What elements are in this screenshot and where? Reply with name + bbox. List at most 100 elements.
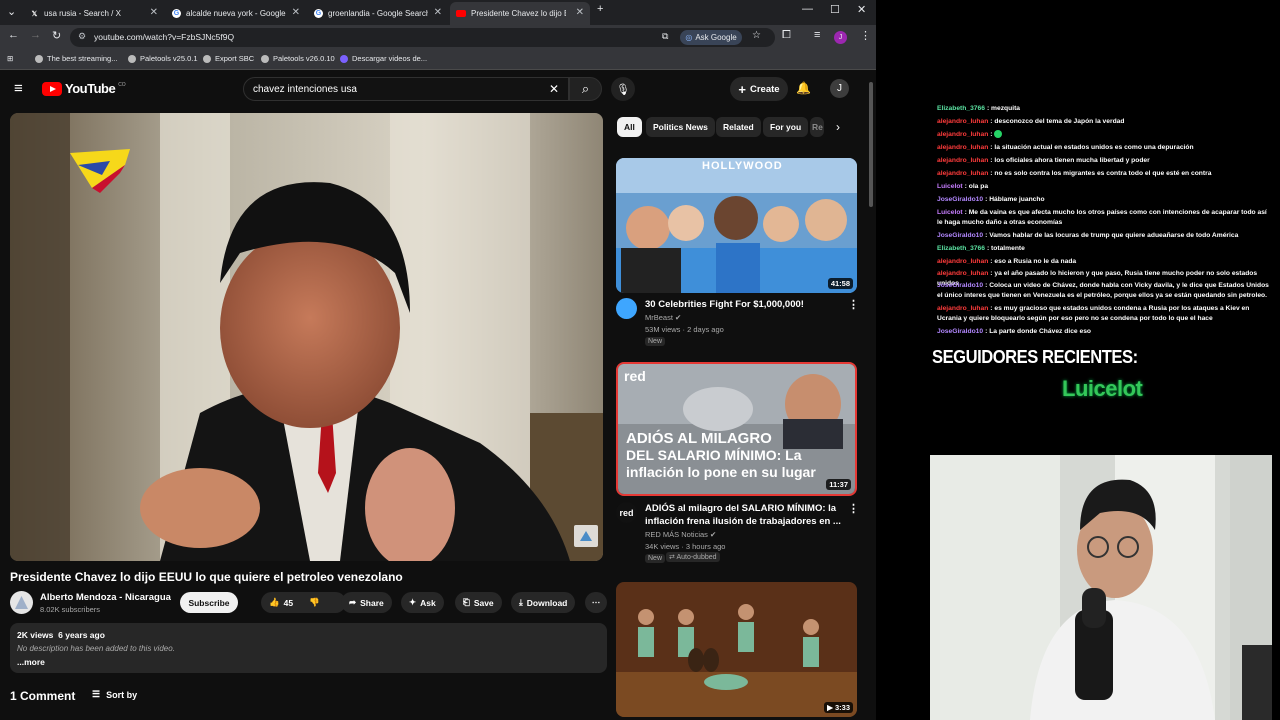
close-icon[interactable]: ✕ <box>292 7 300 18</box>
media-control-icon[interactable]: ≡ <box>814 29 820 41</box>
description-box[interactable]: 2K views 6 years ago No description has … <box>10 623 607 673</box>
like-icon[interactable]: 👍 <box>269 597 280 608</box>
channel-avatar[interactable] <box>10 591 33 614</box>
stream-overlay: Elizabeth_3766: mezquita alejandro_luhan:… <box>876 0 1280 720</box>
comments-count: 1 Comment <box>10 689 76 703</box>
channel-avatar[interactable] <box>616 298 637 319</box>
dislike-icon[interactable]: 👎 <box>309 597 320 608</box>
more-vertical-icon[interactable]: ⋮ <box>848 298 859 311</box>
sort-by-button[interactable]: ☰ Sort by <box>92 689 137 700</box>
rec-title[interactable]: 30 Celebrities Fight For $1,000,000! <box>645 298 845 311</box>
rec-channel[interactable]: MrBeast ✔ <box>645 313 681 322</box>
chat-text: no es solo contra los migrantes es contr… <box>994 170 1212 177</box>
tab-x-search[interactable]: 𝕏 usa rusia - Search / X ✕ <box>24 2 164 25</box>
bookmark-item[interactable]: Descargar videos de... <box>340 54 427 63</box>
red-logo: red <box>624 368 646 384</box>
tab-alcalde[interactable]: G alcalde nueva york - Google Search ✕ <box>166 2 306 25</box>
apps-grid-icon[interactable]: ⊞ <box>7 54 13 63</box>
notifications-bell-icon[interactable]: 🔔 <box>796 81 811 95</box>
video-player[interactable] <box>10 113 603 561</box>
ask-google-button[interactable]: ◎ Ask Google <box>680 30 742 45</box>
download-label: Download <box>526 597 568 608</box>
country-code: CO <box>118 81 126 88</box>
chat-message: alejandro_luhan: eso a Rusia no le da na… <box>937 257 1272 267</box>
search-value[interactable]: chavez intenciones usa <box>253 84 357 95</box>
new-tab-icon[interactable]: + <box>597 3 603 15</box>
tab-search-icon[interactable]: ⌄ <box>7 5 16 18</box>
bookmark-star-icon[interactable]: ☆ <box>752 30 761 41</box>
ask-button[interactable]: ✦ Ask <box>401 592 444 613</box>
rec-thumbnail-3[interactable]: ▶ 3:33 <box>616 582 857 717</box>
thumbnail-headline: ADIÓS AL MILAGRO DEL SALARIO MÍNIMO: La … <box>626 430 851 481</box>
extensions-icon[interactable]: ⧠ <box>782 29 791 42</box>
search-button[interactable]: ⌕ <box>569 77 602 101</box>
address-bar[interactable]: ⚙ youtube.com/watch?v=FzbSJNc5f9Q ⧉ ◎ As… <box>70 28 775 47</box>
bookmark-favicon-icon <box>203 54 211 63</box>
show-more-link[interactable]: ...more <box>17 657 600 667</box>
rec-channel-name: RED MÁS Noticias <box>645 530 708 539</box>
chip-related[interactable]: Related <box>716 117 761 137</box>
channel-avatar[interactable]: red <box>616 502 637 523</box>
window-close-icon[interactable]: ✕ <box>857 3 866 16</box>
account-avatar[interactable]: J <box>830 79 849 98</box>
cast-icon[interactable]: ⧉ <box>662 31 668 42</box>
save-button[interactable]: ⎗ Save <box>455 592 502 613</box>
chat-username: alejandro_luhan <box>937 270 989 277</box>
tab-groenlandia[interactable]: G groenlandia - Google Search ✕ <box>308 2 448 25</box>
youtube-logo[interactable]: YouTube CO <box>42 81 126 96</box>
chip-partial[interactable]: Re <box>810 117 824 137</box>
chat-message: alejandro_luhan: es muy gracioso que est… <box>937 304 1272 324</box>
site-info-icon[interactable]: ⚙ <box>78 31 86 42</box>
back-icon[interactable]: ← <box>8 29 19 41</box>
like-count[interactable]: 45 <box>284 598 293 608</box>
x-logo-icon: 𝕏 <box>31 10 38 18</box>
voice-search-button[interactable]: 🎙 <box>611 77 635 101</box>
chevron-right-icon[interactable]: › <box>836 120 840 134</box>
rec-thumbnail-1[interactable]: HOLLYWOOD 41:58 <box>616 158 857 293</box>
close-icon[interactable]: ✕ <box>150 7 158 18</box>
chat-username: JoseGiraldo10 <box>937 282 984 289</box>
recent-followers-title: SEGUIDORES RECIENTES: <box>932 347 1138 367</box>
bookmark-item[interactable]: Export SBC <box>203 54 254 63</box>
webcam-image <box>930 455 1272 720</box>
close-icon[interactable]: ✕ <box>576 7 584 18</box>
bookmark-item[interactable]: Paletools v26.0.10 <box>261 54 335 63</box>
video-duration: 41:58 <box>827 278 853 289</box>
chip-politics-news[interactable]: Politics News <box>646 117 715 137</box>
search-input[interactable]: chavez intenciones usa ✕ <box>243 77 569 101</box>
chat-username: JoseGiraldo10 <box>937 232 984 239</box>
rec-channel[interactable]: RED MÁS Noticias ✔ <box>645 530 716 539</box>
profile-avatar[interactable]: J <box>834 31 847 44</box>
hamburger-menu-icon[interactable]: ≡ <box>14 80 23 97</box>
close-icon[interactable]: ✕ <box>434 7 442 18</box>
page-scrollbar[interactable] <box>869 82 873 207</box>
forward-icon[interactable]: → <box>30 29 41 41</box>
clear-search-icon[interactable]: ✕ <box>549 82 559 96</box>
download-button[interactable]: ⤓ Download <box>511 592 576 613</box>
chip-all[interactable]: All <box>617 117 642 137</box>
rec-thumbnail-2[interactable]: red ADIÓS AL MILAGRO DEL SALARIO MÍNIMO:… <box>616 362 857 496</box>
verified-check-icon: ✔ <box>710 530 717 539</box>
more-vertical-icon[interactable]: ⋮ <box>848 502 859 515</box>
tab-youtube-active[interactable]: Presidente Chavez lo dijo EEUU lo que qu… <box>450 2 590 25</box>
thumbnail-image <box>616 582 857 717</box>
more-actions-button[interactable]: ⋯ <box>585 592 607 613</box>
minimize-icon[interactable]: — <box>802 3 813 15</box>
auto-dubbed-badge: ⇄ Auto-dubbed <box>666 552 720 562</box>
chip-for-you[interactable]: For you <box>763 117 809 137</box>
channel-name[interactable]: Alberto Mendoza - Nicaragua <box>40 592 171 603</box>
chat-message: alejandro_luhan: <box>937 130 1272 140</box>
subscribe-button[interactable]: Subscribe <box>180 592 238 613</box>
maximize-icon[interactable]: ☐ <box>830 3 840 16</box>
rec-info-1: 30 Celebrities Fight For $1,000,000! MrB… <box>616 298 861 348</box>
create-button[interactable]: + Create <box>730 77 788 101</box>
new-badge: New <box>645 337 666 346</box>
share-button[interactable]: ➦ Share <box>341 592 392 613</box>
url-text[interactable]: youtube.com/watch?v=FzbSJNc5f9Q <box>94 32 234 42</box>
chat-message: alejandro_luhan: no es solo contra los m… <box>937 169 1272 179</box>
menu-kebab-icon[interactable]: ⋮ <box>860 29 871 42</box>
bookmark-item[interactable]: The best streaming... <box>35 54 117 63</box>
reload-icon[interactable]: ↻ <box>52 29 61 42</box>
bookmark-item[interactable]: Paletools v25.0.1 <box>128 54 198 63</box>
rec-title[interactable]: ADIÓS al milagro del SALARIO MÍNIMO: la … <box>645 502 845 528</box>
